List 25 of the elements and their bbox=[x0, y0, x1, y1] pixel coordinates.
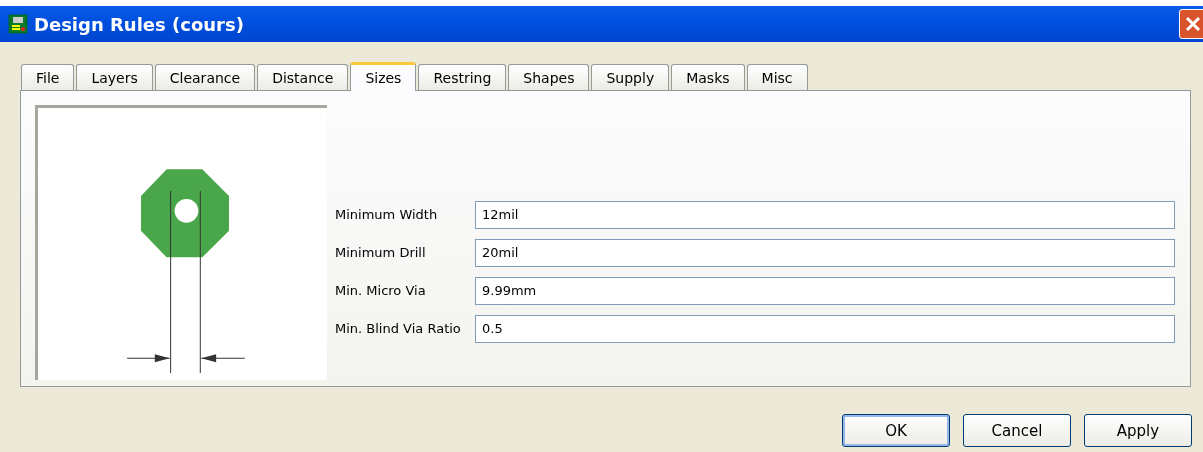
field-label: Minimum Drill bbox=[335, 245, 427, 260]
tab[interactable]: Supply bbox=[591, 64, 670, 90]
tab[interactable]: Layers bbox=[76, 64, 153, 90]
field-label: Min. Blind Via Ratio bbox=[335, 321, 462, 336]
dialog-button[interactable]: Apply bbox=[1084, 414, 1192, 447]
tab[interactable]: Masks bbox=[671, 64, 745, 90]
tab[interactable]: Distance bbox=[257, 64, 349, 90]
input-field[interactable]: 0.5 bbox=[475, 314, 1175, 343]
tab[interactable]: Sizes bbox=[350, 62, 417, 91]
tab[interactable]: Restring bbox=[418, 64, 507, 90]
field-label: Minimum Width bbox=[335, 207, 439, 222]
close-icon bbox=[1185, 16, 1201, 32]
dialog-button[interactable]: OK bbox=[842, 414, 950, 447]
dialog-button[interactable]: Cancel bbox=[963, 414, 1071, 447]
tab[interactable]: File bbox=[21, 64, 75, 90]
close-button[interactable] bbox=[1179, 9, 1203, 39]
input-field[interactable]: 20mil bbox=[475, 238, 1175, 267]
window-title: Design Rules (cours) bbox=[34, 13, 244, 35]
tab[interactable]: Shapes bbox=[508, 64, 590, 90]
input-field[interactable]: 9.99mm bbox=[475, 276, 1175, 305]
tab[interactable]: Clearance bbox=[154, 64, 256, 90]
field-label: Min. Micro Via bbox=[335, 283, 427, 298]
tab[interactable]: Misc bbox=[746, 64, 808, 90]
input-field[interactable]: 12mil bbox=[475, 200, 1175, 229]
circuit-board-icon bbox=[8, 14, 28, 34]
